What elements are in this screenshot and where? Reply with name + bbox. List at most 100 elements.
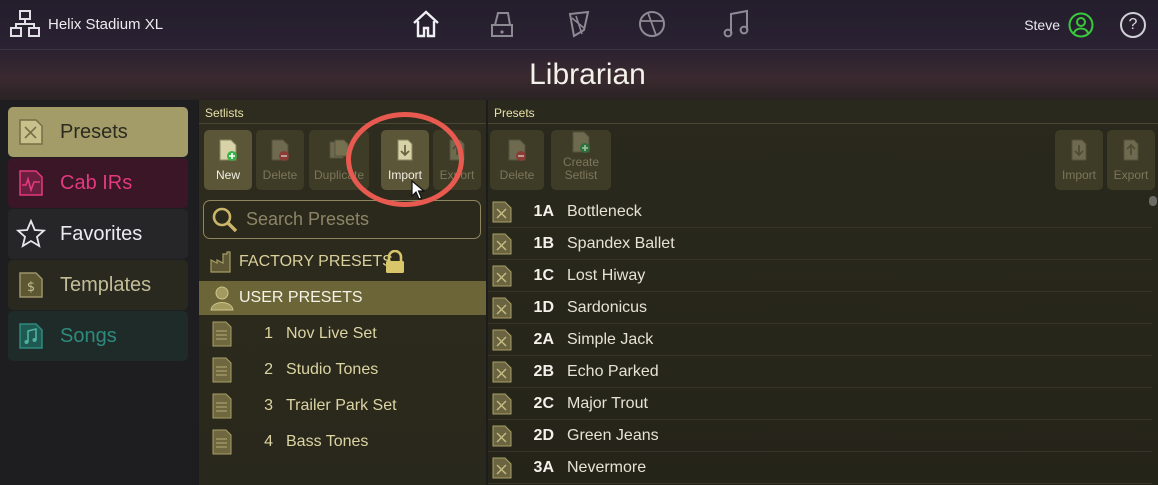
preset-icon — [19, 119, 43, 145]
preset-list: 1A Bottleneck 1B Spandex Ballet 1C Lost … — [488, 196, 1152, 485]
list-item[interactable]: 3 Trailer Park Set — [199, 388, 486, 424]
table-row[interactable]: 3A Nevermore — [488, 452, 1152, 484]
title-band: Librarian — [0, 50, 1158, 100]
setlist-doc-icon — [212, 393, 232, 419]
sidebar-item-label: Presets — [60, 120, 128, 143]
setlist-number: 2 — [264, 361, 273, 378]
setlist-doc-icon — [212, 321, 232, 347]
factory-icon — [210, 251, 231, 273]
preset-name: Echo Parked — [567, 362, 659, 380]
preset-name: Bottleneck — [567, 202, 642, 220]
table-row[interactable]: 2B Echo Parked — [488, 356, 1152, 388]
preset-name: Sardonicus — [567, 298, 648, 316]
svg-text:$: $ — [27, 280, 35, 295]
list-item[interactable]: 1 Nov Live Set — [199, 316, 486, 352]
table-row[interactable]: 2C Major Trout — [488, 388, 1152, 420]
table-row[interactable]: 2A Simple Jack — [488, 324, 1152, 356]
table-row[interactable]: 1B Spandex Ballet — [488, 228, 1152, 260]
setlists-header: Setlists — [199, 100, 486, 124]
cab-ir-icon — [19, 170, 43, 196]
export-preset-button[interactable]: Export — [1107, 130, 1155, 190]
user-presets-label: USER PRESETS — [239, 289, 363, 306]
preset-icon — [492, 457, 512, 478]
button-label: Create Setlist — [562, 155, 600, 182]
delete-setlist-button[interactable]: Delete — [256, 130, 304, 190]
table-row[interactable]: 1D Sardonicus — [488, 292, 1152, 324]
create-setlist-button[interactable]: Create Setlist — [551, 130, 611, 190]
preset-name: Simple Jack — [567, 330, 654, 348]
preset-slot: 2A — [533, 330, 554, 348]
preset-slot: 2C — [533, 394, 554, 412]
preset-icon — [492, 329, 512, 350]
setlist-number: 1 — [264, 325, 273, 342]
setlist-doc-icon — [212, 429, 232, 455]
factory-presets-node[interactable]: FACTORY PRESETS — [199, 245, 486, 279]
sidebar-item-songs[interactable]: Songs — [8, 311, 188, 361]
page-title: Librarian — [529, 58, 646, 91]
user-presets-node[interactable]: USER PRESETS — [199, 281, 486, 315]
preset-slot: 1A — [533, 202, 554, 220]
import-preset-button[interactable]: Import — [1055, 130, 1103, 190]
export-doc-icon — [1123, 139, 1139, 161]
sidebar-item-presets[interactable]: Presets — [8, 107, 188, 157]
help-button[interactable]: ? — [1120, 12, 1146, 38]
factory-presets-label: FACTORY PRESETS — [239, 253, 393, 270]
create-setlist-icon — [572, 131, 590, 153]
preset-slot: 1D — [533, 298, 554, 316]
preset-icon — [492, 361, 512, 382]
button-label: New — [215, 168, 240, 182]
list-item[interactable]: 4 Bass Tones — [199, 424, 486, 460]
preset-name: Major Trout — [567, 394, 648, 412]
preset-slot: 2B — [533, 362, 554, 380]
sidebar-item-templates[interactable]: $ Templates — [8, 260, 188, 310]
preset-name: Spandex Ballet — [567, 234, 675, 252]
button-label: Delete — [499, 168, 535, 182]
preset-icon — [492, 265, 512, 286]
preset-icon — [492, 393, 512, 414]
lock-icon — [386, 250, 404, 273]
search-box[interactable] — [203, 200, 481, 239]
preset-icon — [492, 297, 512, 318]
setlist-doc-icon — [212, 357, 232, 383]
search-input[interactable] — [246, 209, 476, 230]
device-selector[interactable]: Helix Stadium XL — [10, 10, 163, 38]
table-row[interactable]: 1A Bottleneck — [488, 196, 1152, 228]
preset-slot: 1B — [533, 234, 554, 252]
presets-panel: Presets Delete Create Setlist Import Exp… — [488, 100, 1158, 485]
sidebar-item-favorites[interactable]: Favorites — [8, 209, 188, 259]
music-note-icon[interactable] — [720, 8, 752, 40]
preset-icon — [492, 201, 512, 222]
table-row[interactable]: 1C Lost Hiway — [488, 260, 1152, 292]
setlist-name: Nov Live Set — [286, 325, 377, 342]
delete-preset-button[interactable]: Delete — [490, 130, 544, 190]
import-doc-icon — [1071, 139, 1087, 161]
sidebar-item-label: Favorites — [60, 222, 143, 245]
guitar-pick-icon[interactable] — [562, 8, 594, 40]
setlist-name: Trailer Park Set — [286, 397, 397, 414]
list-item[interactable]: 2 Studio Tones — [199, 352, 486, 388]
new-doc-icon — [219, 139, 237, 161]
delete-doc-icon — [271, 139, 289, 161]
new-setlist-button[interactable]: New — [204, 130, 252, 190]
setlist-number: 3 — [264, 397, 273, 414]
sidebar-item-cab-irs[interactable]: Cab IRs — [8, 158, 188, 208]
top-bar: Helix Stadium XL Steve ? — [0, 0, 1158, 50]
scrollbar-thumb[interactable] — [1149, 196, 1157, 206]
setlist-name: Studio Tones — [286, 361, 379, 378]
globe-icon[interactable] — [636, 8, 668, 40]
button-label: Export — [1113, 168, 1149, 182]
button-label: Delete — [262, 168, 298, 182]
presets-header: Presets — [488, 100, 1158, 124]
home-icon[interactable] — [410, 8, 442, 40]
preset-name: Nevermore — [567, 458, 647, 476]
network-icon — [10, 10, 40, 37]
user-account[interactable]: Steve — [1024, 12, 1094, 38]
template-icon: $ — [19, 272, 43, 298]
preset-icon — [492, 233, 512, 254]
sidebar-item-label: Cab IRs — [60, 171, 133, 194]
user-icon — [210, 286, 234, 311]
delete-doc-icon — [508, 139, 526, 161]
preset-slot: 2D — [533, 426, 554, 444]
table-row[interactable]: 2D Green Jeans — [488, 420, 1152, 452]
amp-icon[interactable] — [486, 8, 518, 40]
